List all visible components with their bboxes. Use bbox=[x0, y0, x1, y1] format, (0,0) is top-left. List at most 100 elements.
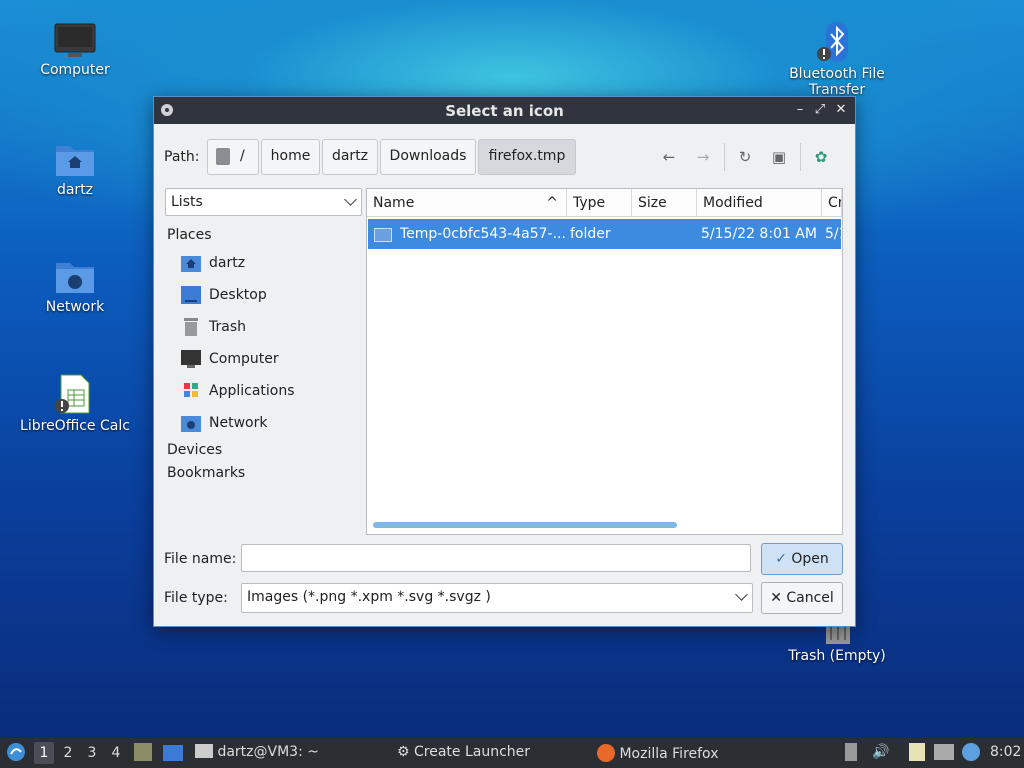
crumb-label: dartz bbox=[331, 148, 369, 164]
task-label: Create Launcher bbox=[414, 744, 531, 760]
workspace-3[interactable]: 3 bbox=[82, 742, 102, 764]
open-button[interactable]: ✓ Open bbox=[761, 543, 843, 575]
dialog-titlebar[interactable]: Select an icon – ⤢ ✕ bbox=[154, 97, 855, 124]
place-applications[interactable]: Applications bbox=[181, 380, 361, 404]
row-modified: 5/15/22 8:01 AM bbox=[701, 226, 817, 242]
close-icon[interactable]: ✕ bbox=[833, 101, 849, 119]
toolbar-separator bbox=[724, 143, 725, 171]
show-desktop-icon[interactable] bbox=[163, 745, 183, 761]
eject-icon[interactable] bbox=[845, 743, 857, 761]
file-type-value: Images (*.png *.xpm *.svg *.svgz ) bbox=[247, 589, 491, 605]
refresh-icon[interactable]: ↻ bbox=[735, 147, 755, 167]
notification-icon[interactable] bbox=[962, 743, 980, 761]
close-icon: ✕ bbox=[770, 590, 782, 606]
devices-header[interactable]: Devices bbox=[167, 442, 222, 458]
place-trash[interactable]: Trash bbox=[181, 316, 361, 340]
desktop-icon-libreoffice-calc[interactable]: LibreOffice Calc bbox=[15, 374, 135, 434]
column-size[interactable]: Size bbox=[632, 189, 697, 217]
task-firefox[interactable]: Mozilla Firefox bbox=[597, 744, 718, 762]
desktop-icon-label: LibreOffice Calc bbox=[20, 418, 130, 434]
row-name: Temp-0cbfc543-4a57-... bbox=[400, 226, 566, 242]
place-dartz[interactable]: dartz bbox=[181, 252, 361, 276]
bookmarks-header[interactable]: Bookmarks bbox=[167, 465, 245, 481]
monitor-icon bbox=[54, 22, 96, 58]
volume-icon[interactable]: 🔊 bbox=[872, 744, 889, 760]
forward-icon[interactable]: → bbox=[693, 147, 713, 167]
column-modified[interactable]: Modified bbox=[697, 189, 822, 217]
cancel-button[interactable]: ✕ Cancel bbox=[761, 582, 843, 614]
crumb-downloads[interactable]: Downloads bbox=[380, 139, 476, 175]
workspace-1[interactable]: 1 bbox=[34, 742, 54, 764]
place-label: dartz bbox=[209, 255, 246, 271]
dialog-title: Select an icon bbox=[445, 102, 564, 120]
file-name-input[interactable] bbox=[241, 544, 751, 572]
home-folder-icon bbox=[181, 254, 201, 272]
places-icon[interactable]: ✿ bbox=[811, 147, 831, 167]
new-folder-icon[interactable]: ▣ bbox=[769, 147, 789, 167]
table-row[interactable]: Temp-0cbfc543-4a57-... folder 5/15/22 8:… bbox=[368, 219, 841, 249]
file-type-combo[interactable]: Images (*.png *.xpm *.svg *.svgz ) bbox=[241, 583, 753, 613]
horizontal-scrollbar[interactable] bbox=[373, 522, 677, 528]
desktop-icon-label: dartz bbox=[56, 182, 94, 198]
column-name[interactable]: Name ^ bbox=[367, 189, 567, 217]
workspace-2[interactable]: 2 bbox=[58, 742, 78, 764]
crumb-firefox-tmp[interactable]: firefox.tmp bbox=[478, 139, 576, 175]
bluetooth-icon bbox=[816, 22, 858, 62]
terminal-icon bbox=[195, 744, 213, 758]
desktop-icon-computer[interactable]: Computer bbox=[15, 22, 135, 78]
monitor-icon bbox=[181, 350, 201, 368]
workspace-4[interactable]: 4 bbox=[106, 742, 126, 764]
crumb-label: / bbox=[240, 148, 245, 164]
desktop-icon-network[interactable]: Network bbox=[15, 257, 135, 315]
file-manager-icon[interactable] bbox=[134, 743, 152, 761]
spreadsheet-icon bbox=[54, 374, 96, 414]
chevron-down-icon bbox=[735, 588, 748, 601]
view-mode-combo[interactable]: Lists bbox=[165, 188, 362, 216]
crumb-root[interactable]: / bbox=[207, 139, 259, 175]
file-list[interactable]: Name ^ Type Size Modified Cr Temp-0cbfc5… bbox=[366, 188, 843, 535]
column-label: Cr bbox=[828, 195, 842, 211]
crumb-home[interactable]: home bbox=[261, 139, 320, 175]
crumb-dartz[interactable]: dartz bbox=[322, 139, 378, 175]
task-terminal[interactable]: dartz@VM3: ~ bbox=[195, 744, 319, 760]
start-menu-icon[interactable] bbox=[6, 742, 26, 766]
clock[interactable]: 8:02 bbox=[990, 744, 1021, 760]
task-label: dartz@VM3: ~ bbox=[217, 744, 319, 760]
open-label: Open bbox=[791, 551, 829, 567]
desktop-icon-dartz[interactable]: dartz bbox=[15, 140, 135, 198]
task-create-launcher[interactable]: ⚙ Create Launcher bbox=[397, 744, 530, 760]
place-computer[interactable]: Computer bbox=[181, 348, 361, 372]
path-bar: Path: / home dartz Downloads firefox.tmp… bbox=[164, 139, 844, 175]
view-mode-value: Lists bbox=[171, 194, 203, 210]
file-name-label: File name: bbox=[164, 551, 237, 567]
crumb-label: Downloads bbox=[389, 148, 467, 164]
taskbar: 1 2 3 4 dartz@VM3: ~ ⚙ Create Launcher M… bbox=[0, 738, 1024, 768]
desktop-icon-label: Trash (Empty) bbox=[788, 648, 886, 664]
minimize-icon[interactable]: – bbox=[792, 101, 808, 119]
desktop-icon-label: Bluetooth File Transfer bbox=[789, 66, 885, 98]
chevron-down-icon bbox=[344, 193, 357, 206]
clipboard-icon[interactable] bbox=[909, 743, 925, 761]
places-header: Places bbox=[167, 227, 212, 243]
column-created[interactable]: Cr bbox=[822, 189, 842, 217]
column-label: Size bbox=[638, 195, 667, 211]
check-icon: ✓ bbox=[775, 551, 787, 567]
network-status-icon[interactable] bbox=[934, 744, 954, 760]
place-network[interactable]: Network bbox=[181, 412, 361, 436]
file-type-label: File type: bbox=[164, 590, 228, 606]
toolbar-separator bbox=[800, 143, 801, 171]
back-icon[interactable]: ← bbox=[659, 147, 679, 167]
column-type[interactable]: Type bbox=[567, 189, 632, 217]
gear-icon: ⚙ bbox=[397, 744, 410, 760]
place-desktop[interactable]: Desktop bbox=[181, 284, 361, 308]
desktop-icon-label: Network bbox=[45, 299, 105, 315]
column-label: Name bbox=[373, 195, 415, 211]
row-type: folder bbox=[570, 226, 611, 242]
place-label: Desktop bbox=[209, 287, 267, 303]
file-chooser-dialog: Select an icon – ⤢ ✕ Path: / home dartz … bbox=[153, 96, 856, 627]
place-label: Network bbox=[209, 415, 268, 431]
maximize-icon[interactable]: ⤢ bbox=[812, 101, 828, 119]
row-created: 5/1 bbox=[825, 226, 841, 242]
desktop-icon-bluetooth[interactable]: Bluetooth File Transfer bbox=[777, 22, 897, 98]
cancel-label: Cancel bbox=[786, 590, 834, 606]
